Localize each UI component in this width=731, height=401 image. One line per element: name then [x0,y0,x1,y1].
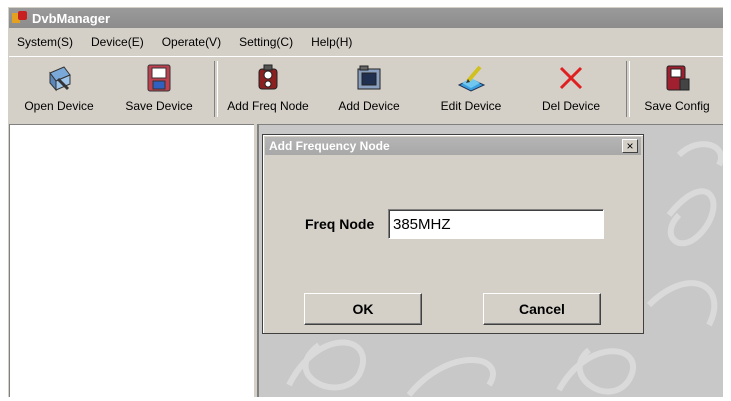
del-device-label: Del Device [541,99,601,113]
save-device-icon [144,63,174,93]
open-device-button[interactable]: Open Device [19,57,99,123]
add-device-label: Add Device [338,99,400,113]
edit-device-button[interactable]: Edit Device [431,57,511,123]
toolbar-separator [214,61,218,117]
menu-operate[interactable]: Operate(V) [153,35,230,49]
toolbar-separator [626,61,630,117]
open-device-label: Open Device [24,99,94,113]
device-tree-pane[interactable] [9,124,254,397]
add-freq-node-icon [253,63,283,93]
menu-bar: System(S) Device(E) Operate(V) Setting(C… [9,30,723,54]
toolbar: Open Device Save Device Add Freq Node Ad… [9,56,723,123]
dialog-title-bar[interactable]: Add Frequency Node × [265,137,641,155]
menu-setting[interactable]: Setting(C) [230,35,302,49]
save-config-label: Save Config [644,99,710,113]
menu-device[interactable]: Device(E) [82,35,153,49]
del-device-button[interactable]: Del Device [531,57,611,123]
add-device-icon [354,63,384,93]
freq-node-input[interactable] [388,209,604,239]
add-frequency-node-dialog: Add Frequency Node × Freq Node OK Cancel [262,134,644,334]
window-title: DvbManager [32,10,111,26]
add-device-button[interactable]: Add Device [329,57,409,123]
edit-device-icon [456,63,486,93]
app-logo-icon [12,11,28,25]
save-config-button[interactable]: Save Config [637,57,717,123]
menu-system[interactable]: System(S) [9,35,82,49]
menu-help[interactable]: Help(H) [302,35,361,49]
delete-x-icon [556,63,586,93]
add-freq-node-label: Add Freq Node [227,99,309,113]
save-device-label: Save Device [125,99,193,113]
close-icon[interactable]: × [622,139,638,153]
cancel-button[interactable]: Cancel [483,293,601,325]
edit-device-label: Edit Device [440,99,502,113]
title-bar[interactable]: DvbManager [9,8,723,28]
save-device-button[interactable]: Save Device [119,57,199,123]
save-config-icon [662,63,692,93]
ok-button[interactable]: OK [304,293,422,325]
app-window: DvbManager System(S) Device(E) Operate(V… [8,7,723,397]
freq-node-label: Freq Node [305,216,375,232]
add-freq-node-button[interactable]: Add Freq Node [221,57,315,123]
dialog-title: Add Frequency Node [269,139,390,153]
open-device-icon [44,63,74,93]
